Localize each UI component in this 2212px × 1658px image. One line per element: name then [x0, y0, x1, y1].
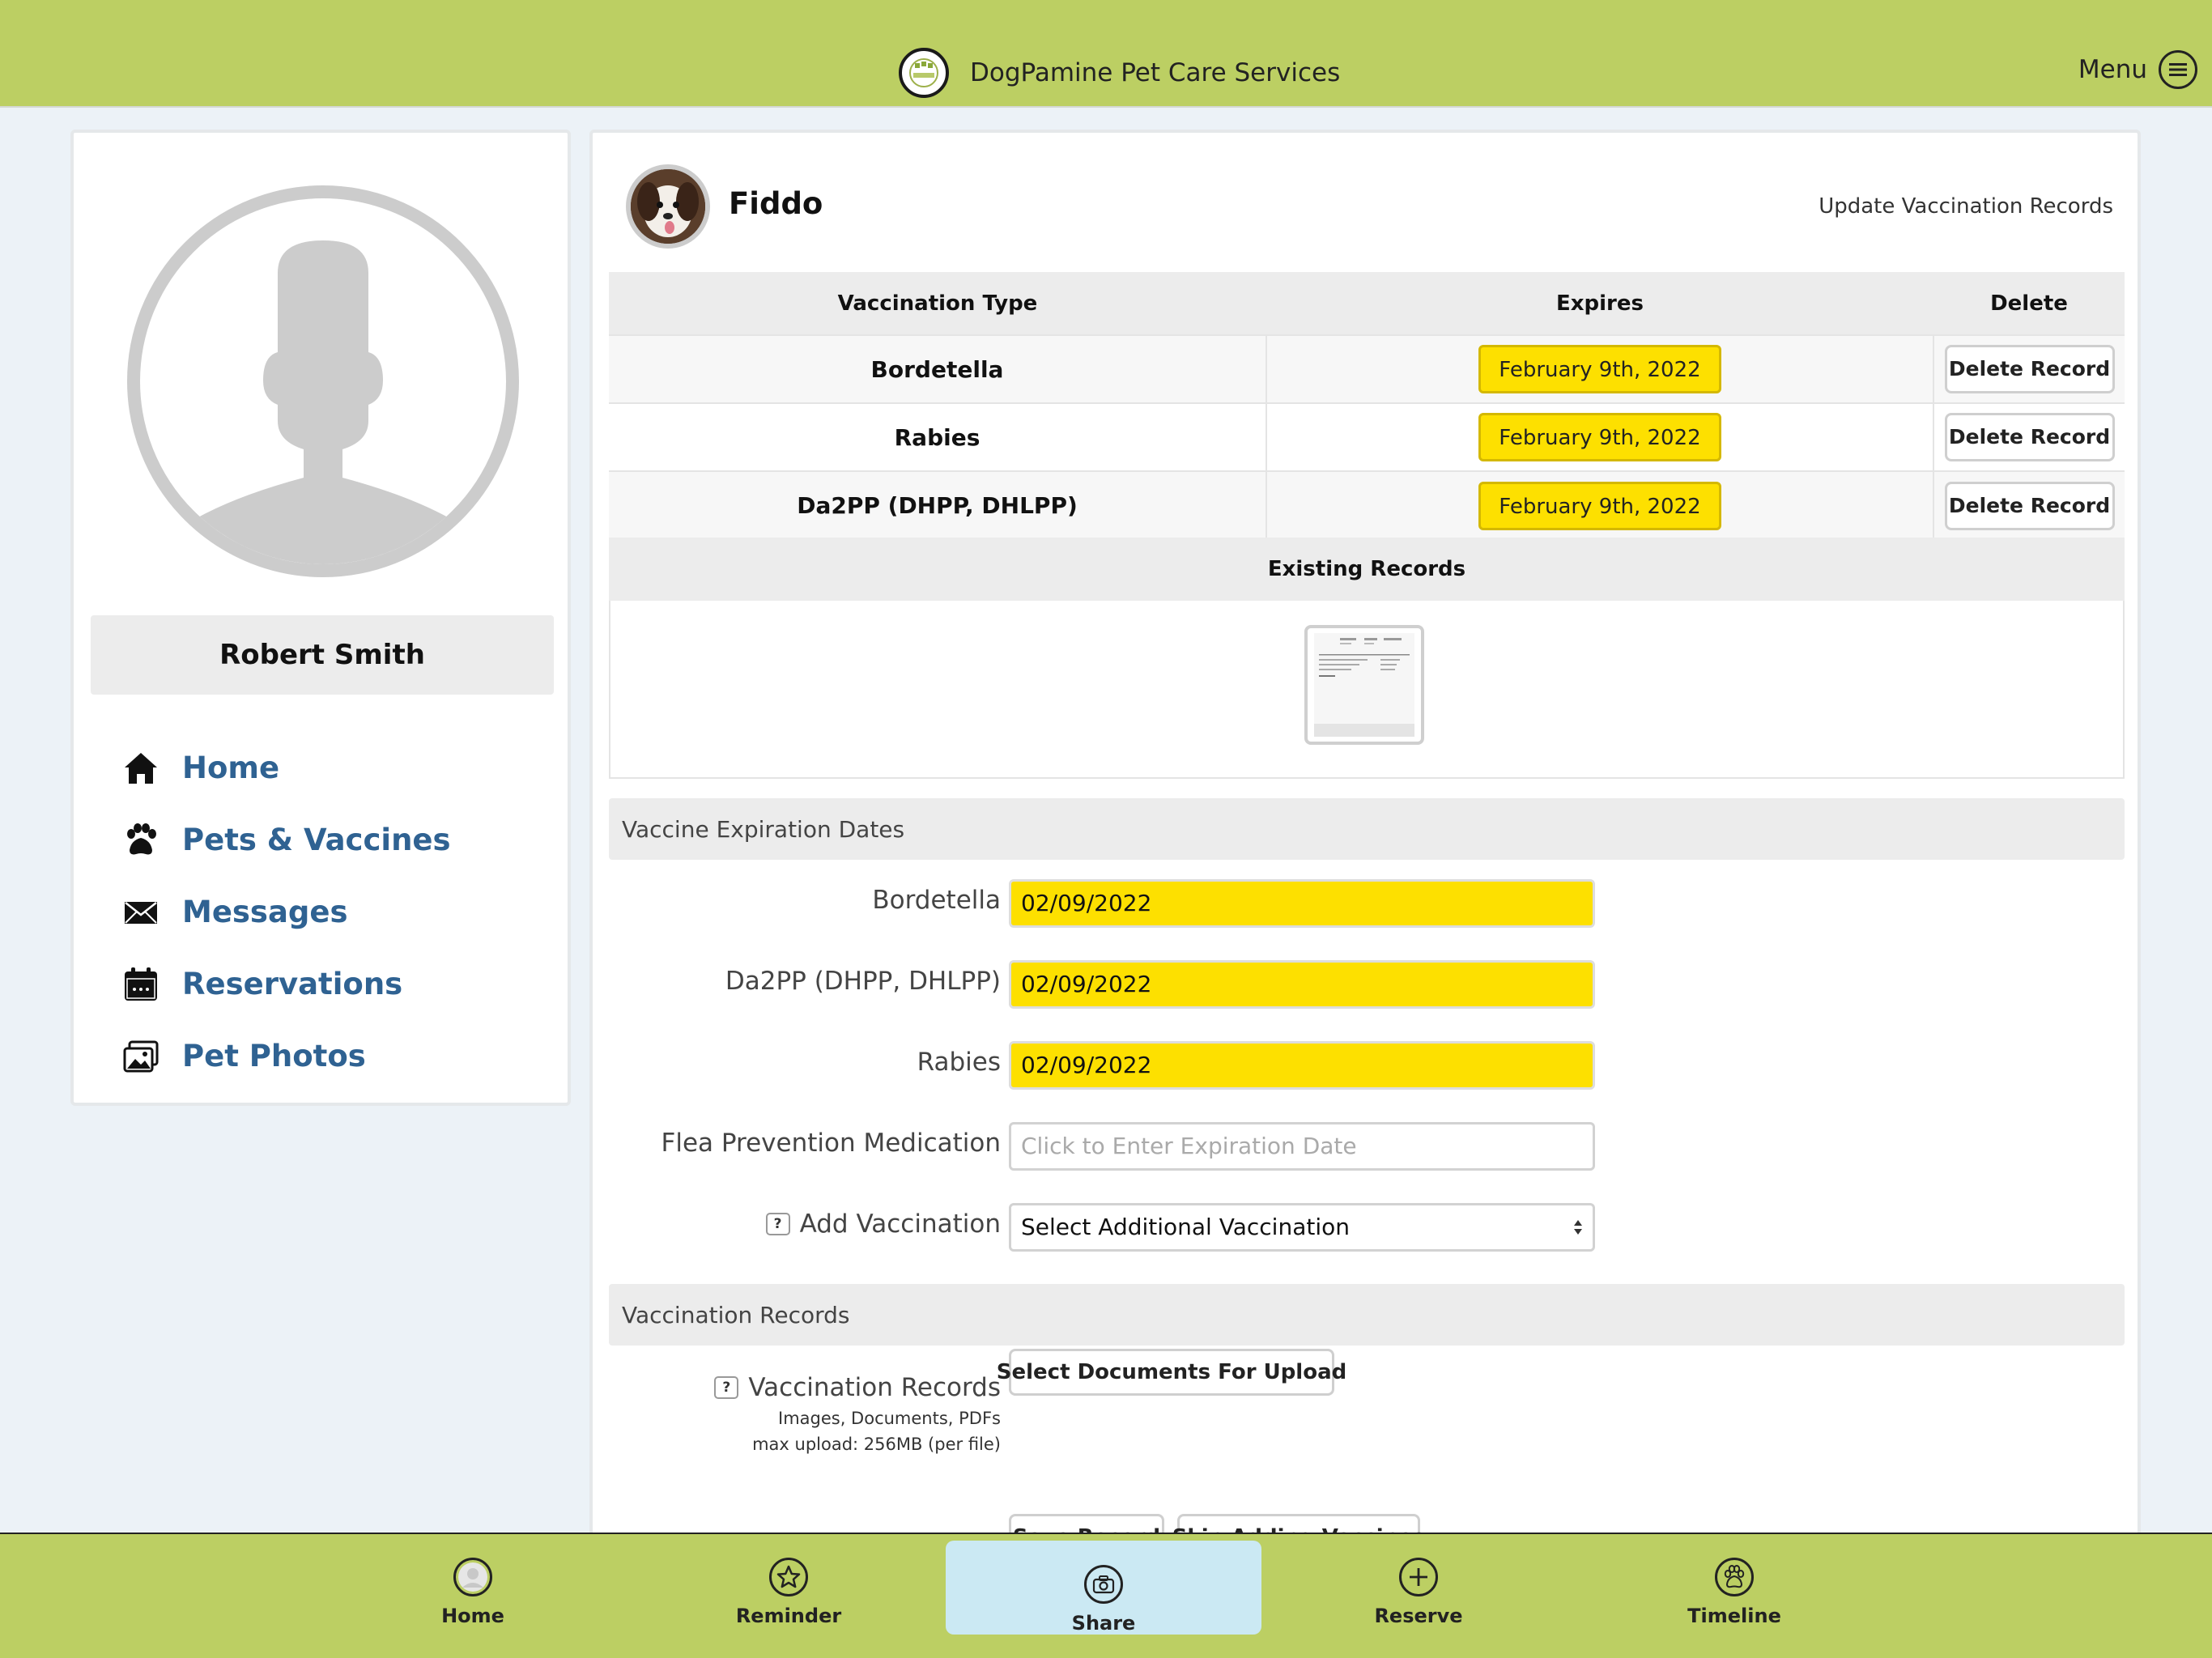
records-label: Vaccination Records — [748, 1373, 1001, 1402]
field-label: ? Vaccination Records — [714, 1373, 1001, 1402]
field-label: Bordetella — [872, 886, 1001, 915]
table-row: Da2PP (DHPP, DHLPP) February 9th, 2022 D… — [609, 470, 2125, 539]
field-label: Rabies — [917, 1048, 1001, 1077]
delete-cell: Delete Record — [1933, 470, 2125, 539]
expiry-date-badge: February 9th, 2022 — [1478, 413, 1721, 461]
vaccination-table: Vaccination Type Expires Delete Bordetel… — [609, 272, 2125, 539]
tab-reserve[interactable]: Reserve — [1261, 1534, 1576, 1627]
rabies-date-input[interactable]: 02/09/2022 — [1009, 1041, 1595, 1090]
field-label: Da2PP (DHPP, DHLPP) — [725, 967, 1001, 996]
tab-label: Reminder — [735, 1605, 842, 1627]
flea-prevention-row: Flea Prevention Medication Click to Ente… — [593, 1122, 2138, 1171]
delete-record-button[interactable]: Delete Record — [1944, 345, 2115, 393]
help-icon[interactable]: ? — [714, 1376, 739, 1399]
envelope-icon — [122, 894, 160, 931]
home-avatar-icon — [453, 1558, 492, 1596]
calendar-icon — [122, 966, 160, 1003]
camera-icon — [1084, 1565, 1123, 1604]
expiration-section-header: Vaccine Expiration Dates — [609, 798, 2125, 860]
paw-icon — [1715, 1558, 1754, 1596]
sidebar-item-label: Messages — [182, 895, 348, 929]
pet-avatar — [626, 164, 710, 249]
expires-cell: February 9th, 2022 — [1266, 334, 1933, 403]
rabies-row: Rabies 02/09/2022 — [593, 1041, 2138, 1090]
tab-home[interactable]: Home — [315, 1534, 631, 1627]
bordetella-date-input[interactable]: 02/09/2022 — [1009, 879, 1595, 928]
delete-record-button[interactable]: Delete Record — [1944, 413, 2115, 461]
brand-logo-icon — [899, 48, 949, 98]
vaccine-type: Bordetella — [609, 334, 1266, 403]
expiry-date-badge: February 9th, 2022 — [1478, 481, 1721, 530]
user-avatar — [127, 185, 519, 577]
menu-label: Menu — [2078, 55, 2147, 84]
pet-name: Fiddo — [729, 186, 823, 221]
help-icon[interactable]: ? — [765, 1213, 790, 1235]
vaccine-type: Rabies — [609, 402, 1266, 471]
existing-records-header: Existing Records — [609, 538, 2125, 601]
expires-cell: February 9th, 2022 — [1266, 402, 1933, 471]
sidebar-item-messages[interactable]: Messages — [122, 876, 451, 948]
column-header-type: Vaccination Type — [609, 272, 1266, 335]
column-header-expires: Expires — [1266, 272, 1933, 335]
tab-label: Reserve — [1374, 1605, 1463, 1627]
da2pp-row: Da2PP (DHPP, DHLPP) 02/09/2022 — [593, 960, 2138, 1009]
sidebar-item-label: Reservations — [182, 967, 403, 1001]
upload-types-note: Images, Documents, PDFs — [778, 1409, 1001, 1428]
upload-size-note: max upload: 256MB (per file) — [752, 1435, 1001, 1454]
table-row: Rabies February 9th, 2022 Delete Record — [609, 402, 2125, 471]
add-vaccination-label: Add Vaccination — [799, 1209, 1001, 1239]
select-value: Select Additional Vaccination — [1021, 1214, 1350, 1240]
tab-label: Timeline — [1687, 1605, 1781, 1627]
plus-icon — [1399, 1558, 1438, 1596]
home-icon — [122, 750, 160, 787]
expires-cell: February 9th, 2022 — [1266, 470, 1933, 539]
top-bar: DogPamine Pet Care Services Menu — [0, 0, 2212, 108]
bottom-tab-bar: Home Reminder Share Reserve Timeline — [0, 1533, 2212, 1658]
sidebar-item-label: Home — [182, 750, 280, 785]
app-title: DogPamine Pet Care Services — [970, 58, 1341, 87]
add-vaccination-select[interactable]: Select Additional Vaccination — [1009, 1203, 1595, 1252]
brand[interactable]: DogPamine Pet Care Services — [899, 47, 1340, 99]
tab-timeline[interactable]: Timeline — [1576, 1534, 1892, 1627]
field-label: Flea Prevention Medication — [661, 1129, 1001, 1158]
flea-prevention-date-input[interactable]: Click to Enter Expiration Date — [1009, 1122, 1595, 1171]
star-icon — [769, 1558, 808, 1596]
tab-label: Share — [1071, 1612, 1136, 1635]
da2pp-date-input[interactable]: 02/09/2022 — [1009, 960, 1595, 1009]
select-arrows-icon — [1573, 1218, 1583, 1236]
delete-cell: Delete Record — [1933, 402, 2125, 471]
sidebar-item-home[interactable]: Home — [122, 732, 451, 804]
column-header-delete: Delete — [1933, 272, 2125, 335]
paw-icon — [122, 822, 160, 859]
records-section-header: Vaccination Records — [609, 1284, 2125, 1346]
expiry-date-badge: February 9th, 2022 — [1478, 345, 1721, 393]
user-name: Robert Smith — [91, 615, 554, 695]
sidebar: Robert Smith Home Pets & Vaccines Messag… — [70, 130, 571, 1106]
sidebar-nav: Home Pets & Vaccines Messages Reservatio… — [122, 732, 451, 1092]
field-label: ? Add Vaccination — [765, 1209, 1001, 1239]
hamburger-icon — [2159, 50, 2197, 89]
sidebar-item-pet-photos[interactable]: Pet Photos — [122, 1020, 451, 1092]
record-document-thumbnail[interactable] — [1304, 625, 1424, 745]
delete-cell: Delete Record — [1933, 334, 2125, 403]
sidebar-item-pets-vaccines[interactable]: Pets & Vaccines — [122, 804, 451, 876]
existing-records-area — [609, 601, 2125, 779]
tab-reminder[interactable]: Reminder — [631, 1534, 946, 1627]
update-vaccination-records-link[interactable]: Update Vaccination Records — [1819, 194, 2113, 219]
select-documents-button[interactable]: Select Documents For Upload — [997, 1349, 1346, 1396]
delete-record-button[interactable]: Delete Record — [1944, 481, 2115, 530]
sidebar-item-label: Pet Photos — [182, 1039, 366, 1073]
table-row: Bordetella February 9th, 2022 Delete Rec… — [609, 334, 2125, 403]
bordetella-row: Bordetella 02/09/2022 — [593, 879, 2138, 928]
add-vaccination-row: ? Add Vaccination Select Additional Vacc… — [593, 1203, 2138, 1252]
pet-vaccine-panel: Fiddo Update Vaccination Records Vaccina… — [589, 130, 2141, 1538]
sidebar-item-label: Pets & Vaccines — [182, 823, 451, 857]
tab-share[interactable]: Share — [946, 1541, 1261, 1635]
menu-button[interactable]: Menu — [2078, 50, 2197, 89]
sidebar-item-reservations[interactable]: Reservations — [122, 948, 451, 1020]
photos-icon — [122, 1038, 160, 1075]
vaccine-type: Da2PP (DHPP, DHLPP) — [609, 470, 1266, 539]
tab-label: Home — [441, 1605, 504, 1627]
